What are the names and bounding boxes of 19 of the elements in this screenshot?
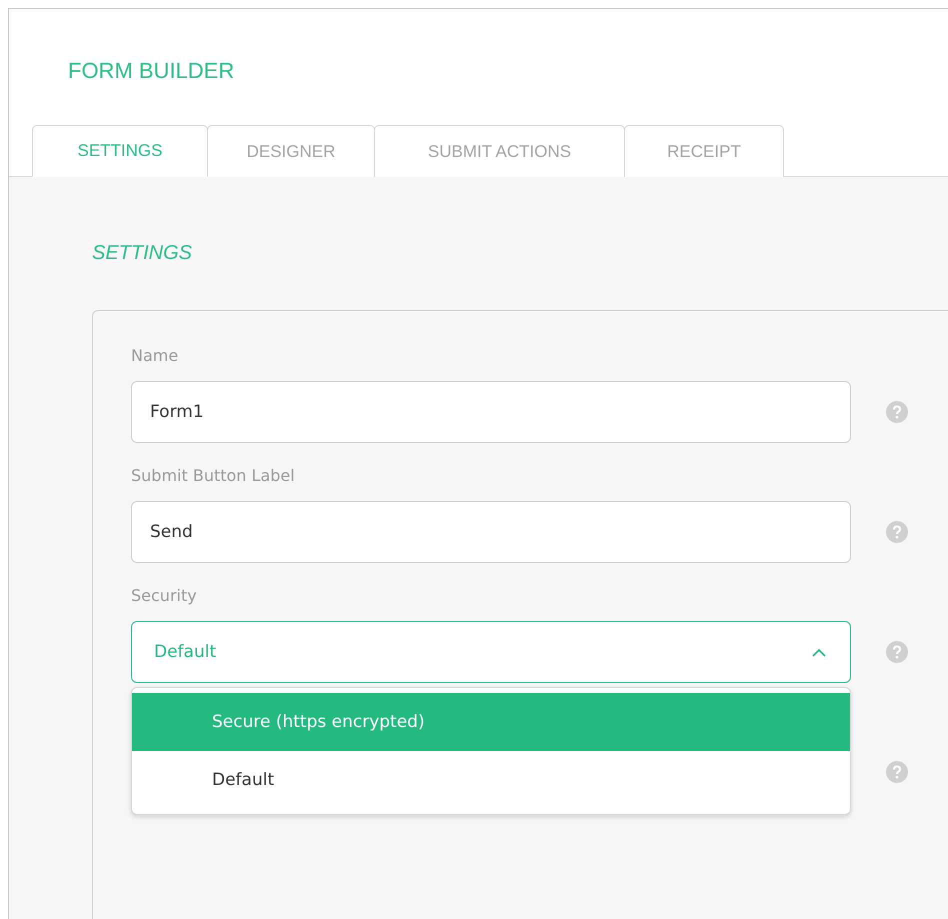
dropdown-option[interactable]: Secure (https encrypted): [132, 693, 850, 751]
field-label: Security: [131, 585, 198, 607]
help-icon[interactable]: [886, 401, 908, 423]
tab[interactable]: SUBMIT ACTIONS: [374, 125, 625, 177]
caret-icon: [812, 648, 826, 656]
dropdown-option[interactable]: Default: [132, 751, 850, 809]
text-field[interactable]: Send: [131, 501, 851, 563]
help-icon[interactable]: [886, 761, 908, 783]
field-label: Name: [131, 345, 180, 367]
tab[interactable]: DESIGNER: [207, 125, 375, 177]
help-icon[interactable]: [886, 641, 908, 663]
text-field[interactable]: Form1: [131, 381, 851, 443]
field-label: Submit Button Label: [131, 465, 296, 487]
section-title: SETTINGS: [92, 241, 194, 265]
tab[interactable]: RECEIPT: [624, 125, 784, 177]
tab[interactable]: SETTINGS: [32, 125, 208, 177]
dropdown-field[interactable]: Default: [131, 621, 851, 683]
help-icon[interactable]: [886, 521, 908, 543]
page-title: FORM BUILDER: [68, 57, 236, 85]
